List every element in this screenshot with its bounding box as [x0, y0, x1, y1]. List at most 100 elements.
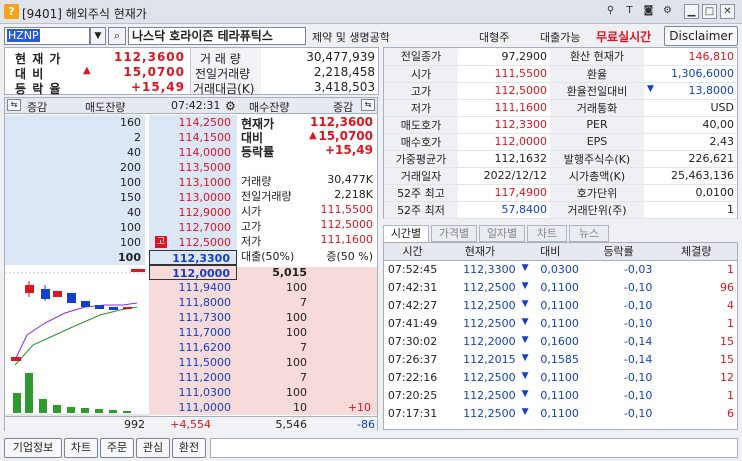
bid-row[interactable]: 111,0300 100 — [149, 385, 377, 400]
ask-price[interactable]: 112,9000 — [149, 205, 237, 220]
detail-label: 호가단위 — [550, 184, 644, 202]
ask-qty: 100 — [73, 220, 145, 235]
toggle-icon[interactable]: ⇆ — [361, 99, 375, 111]
ask-change — [5, 145, 73, 160]
toggle-icon[interactable]: ⇆ — [7, 99, 21, 111]
orderbook-totals: 992 +4,554 5,546 -86 — [5, 416, 377, 431]
tick-row: 07:26:37 112,2015 ▼ 0,1585 -0,14 15 — [387, 352, 734, 366]
down-arrow-icon: ▼ — [521, 298, 529, 309]
ask-price[interactable]: 114,2500 — [149, 115, 237, 130]
bid-change — [311, 385, 377, 400]
category-label: 대형주 — [479, 31, 510, 44]
bid-price[interactable]: 112,0000 — [149, 265, 237, 280]
ask-row[interactable]: 100 112,7000 — [5, 220, 237, 235]
bid-row[interactable]: 111,5000 100 — [149, 355, 377, 370]
free-realtime-label[interactable]: 무료실시간 — [596, 28, 651, 45]
bid-row[interactable]: 111,7000 100 — [149, 325, 377, 340]
ask-price[interactable]: 112,7000 — [149, 220, 237, 235]
ask-row[interactable]: 40 114,0000 — [5, 145, 237, 160]
link-icon[interactable]: ⚲ — [603, 4, 618, 19]
bottom-button-4[interactable]: 환전 — [172, 438, 206, 458]
detail-label: 고가 — [384, 82, 458, 100]
ask-row[interactable]: 200 113,5000 — [5, 160, 237, 175]
bottom-button-2[interactable]: 주문 — [100, 438, 134, 458]
change-value: 15,0700 — [123, 65, 185, 79]
search-icon[interactable]: ⌕ — [108, 27, 126, 45]
bottom-button-0[interactable]: 기업정보 — [4, 438, 62, 458]
ask-row[interactable]: 150 113,0000 — [5, 190, 237, 205]
ask-price[interactable]: 114,0000 — [149, 145, 237, 160]
tab-1[interactable]: 가격별 — [431, 225, 477, 242]
info-label: 거래량 — [241, 175, 272, 188]
tick-row: 07:42:27 112,2500 ▼ 0,1100 -0,10 4 — [387, 298, 734, 312]
bid-change — [311, 265, 377, 280]
ask-price[interactable]: 113,5000 — [149, 160, 237, 175]
detail-row: 매수호가 112,0000 EPS 2,43 — [384, 133, 737, 151]
ask-price[interactable]: 113,1000 — [149, 175, 237, 190]
tick-row: 07:41:49 112,2500 ▼ 0,1100 -0,10 1 — [387, 316, 734, 330]
minimize-icon[interactable]: ▁ — [684, 4, 699, 19]
bid-price[interactable]: 111,7000 — [149, 325, 237, 340]
ask-row[interactable]: 100 112,5000 — [5, 235, 237, 250]
tab-0[interactable]: 시간별 — [383, 225, 429, 242]
settings-icon[interactable]: ⚙ — [660, 4, 675, 19]
close-icon[interactable]: ✕ — [720, 4, 735, 19]
bid-row[interactable]: 112,0000 5,015 — [149, 265, 377, 280]
ask-price[interactable]: 114,1500 — [149, 130, 237, 145]
bottom-bar: 기업정보 차트 주문 관심 환전 — [0, 435, 742, 461]
info-value: 증(50 %) — [326, 250, 373, 263]
symbol-input[interactable]: HZNP — [4, 27, 90, 45]
ask-price[interactable]: 113,0000 — [149, 190, 237, 205]
bid-price[interactable]: 111,8000 — [149, 295, 237, 310]
bottom-button-3[interactable]: 관심 — [136, 438, 170, 458]
bid-price[interactable]: 111,5000 — [149, 355, 237, 370]
bid-row[interactable]: 111,6200 7 — [149, 340, 377, 355]
ask-change — [5, 115, 73, 130]
bid-change — [311, 310, 377, 325]
bid-price[interactable]: 111,6200 — [149, 340, 237, 355]
ask-row[interactable]: 2 114,1500 — [5, 130, 237, 145]
bid-price[interactable]: 111,7300 — [149, 310, 237, 325]
tab-3[interactable]: 차트 — [527, 225, 567, 242]
tick-row: 07:42:31 112,2500 ▼ 0,1100 -0,10 96 — [387, 280, 734, 294]
detail-label: 환율전일대비 — [550, 82, 644, 100]
bid-change: +10 — [311, 400, 377, 415]
bid-price[interactable]: 111,0000 — [149, 400, 237, 415]
bottom-button-1[interactable]: 차트 — [64, 438, 98, 458]
chevron-down-icon[interactable]: ▼ — [90, 27, 106, 45]
ask-row[interactable]: 160 114,2500 — [5, 115, 237, 130]
ask-row[interactable]: 100 112,3300 — [5, 250, 237, 265]
camera-icon[interactable]: ◙ — [641, 4, 656, 19]
settings-icon[interactable]: ⚙ — [225, 99, 236, 113]
bid-row[interactable]: 111,2000 7 — [149, 370, 377, 385]
tab-2[interactable]: 일자별 — [479, 225, 525, 242]
tab-4[interactable]: 뉴스 — [569, 225, 609, 242]
detail-label: PER — [550, 116, 644, 134]
ask-row[interactable]: 40 112,9000 — [5, 205, 237, 220]
bid-price[interactable]: 111,2000 — [149, 370, 237, 385]
bid-qty: 100 — [237, 325, 311, 340]
detail-value: 112,5000 — [458, 82, 550, 100]
bid-change — [311, 370, 377, 385]
ask-price[interactable]: 112,3300 — [149, 250, 237, 265]
bid-price[interactable]: 111,0300 — [149, 385, 237, 400]
ask-change — [5, 250, 73, 265]
bid-row[interactable]: 111,8000 7 — [149, 295, 377, 310]
detail-row: 저가 111,1600 거래통화 USD — [384, 99, 737, 117]
ask-change — [5, 205, 73, 220]
prev-volume-value: 2,218,458 — [313, 65, 375, 79]
bid-row[interactable]: 111,7300 100 — [149, 310, 377, 325]
orderbook-info: 현재가 112,3600 대비 ▲ 15,0700 등락률 +15,49 거래량… — [237, 115, 377, 267]
detail-row: 전일종가 97,2900 환산 현재가 146,810 — [384, 48, 737, 66]
ask-qty: 200 — [73, 160, 145, 175]
bid-row[interactable]: 111,9400 100 — [149, 280, 377, 295]
ask-row[interactable]: 100 113,1000 — [5, 175, 237, 190]
bid-price[interactable]: 111,9400 — [149, 280, 237, 295]
maximize-icon[interactable]: □ — [702, 4, 717, 19]
info-label: 저가 — [241, 235, 262, 248]
summary-panel: 현 재 가 112,3600 대 비 ▲ 15,0700 등 락 율 +15,4… — [4, 47, 379, 96]
text-icon[interactable]: T — [622, 4, 637, 19]
bid-row[interactable]: 111,0000 10 +10 — [149, 400, 377, 415]
bid-change — [311, 295, 377, 310]
disclaimer-button[interactable]: Disclaimer — [664, 26, 738, 46]
